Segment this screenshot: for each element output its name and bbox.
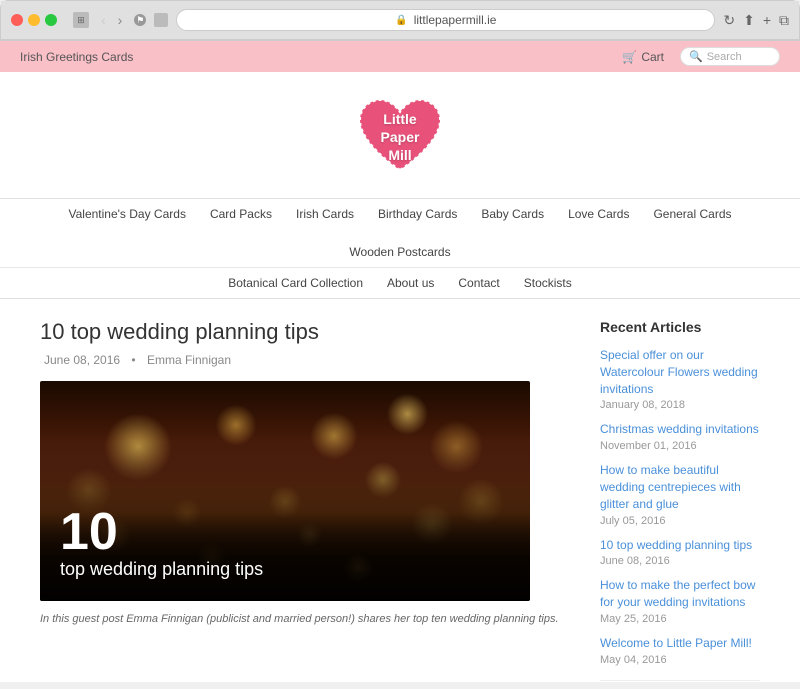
top-bar-right: 🛒 Cart 🔍 Search	[622, 47, 780, 66]
minimize-button[interactable]	[28, 14, 40, 26]
sidebar-date-4: June 08, 2016	[600, 555, 760, 567]
back-arrow[interactable]: ‹	[97, 10, 110, 30]
top-bar-text: Irish Greetings Cards	[20, 50, 133, 64]
cart-link[interactable]: 🛒 Cart	[622, 50, 664, 64]
sidebar-article-2: Christmas wedding invitations November 0…	[600, 421, 760, 452]
image-big-number: 10	[60, 506, 510, 558]
tab-icon	[154, 13, 168, 27]
image-text-overlay: 10 top wedding planning tips	[60, 506, 510, 581]
article-meta: June 08, 2016 • Emma Finnigan	[40, 353, 570, 367]
main-content: 10 top wedding planning tips June 08, 20…	[0, 299, 800, 682]
article-title: 10 top wedding planning tips	[40, 319, 570, 345]
nav-botanical[interactable]: Botanical Card Collection	[228, 276, 363, 290]
sidebar-article-1: Special offer on our Watercolour Flowers…	[600, 347, 760, 411]
sidebar-date-3: July 05, 2016	[600, 515, 760, 527]
sidebar-article-link-6[interactable]: Welcome to Little Paper Mill!	[600, 635, 760, 652]
nav-about[interactable]: About us	[387, 276, 434, 290]
reload-icon[interactable]: ↻	[723, 12, 735, 29]
logo[interactable]: Little Paper Mill	[350, 92, 450, 182]
shield-icon: ⚑	[134, 14, 146, 26]
sidebar-date-1: January 08, 2018	[600, 399, 760, 411]
sidebar-article-link-4[interactable]: 10 top wedding planning tips	[600, 537, 760, 554]
sidebar-article-link-1[interactable]: Special offer on our Watercolour Flowers…	[600, 347, 760, 397]
nav-irish-cards[interactable]: Irish Cards	[296, 207, 354, 221]
article-image: 10 top wedding planning tips	[40, 381, 530, 601]
sidebar-article-link-2[interactable]: Christmas wedding invitations	[600, 421, 760, 438]
search-placeholder: Search	[707, 51, 742, 63]
nav-birthday-cards[interactable]: Birthday Cards	[378, 207, 457, 221]
search-box[interactable]: 🔍 Search	[680, 47, 780, 66]
search-icon: 🔍	[689, 50, 703, 63]
article-caption: In this guest post Emma Finnigan (public…	[40, 613, 570, 625]
traffic-lights	[11, 14, 57, 26]
image-subtitle: top wedding planning tips	[60, 558, 510, 581]
nav-love-cards[interactable]: Love Cards	[568, 207, 629, 221]
sidebar-date-5: May 25, 2016	[600, 613, 760, 625]
nav-card-packs[interactable]: Card Packs	[210, 207, 272, 221]
nav-row-1: Valentine's Day Cards Card Packs Irish C…	[0, 199, 800, 267]
nav-valentines[interactable]: Valentine's Day Cards	[68, 207, 185, 221]
url-text: littlepapermill.ie	[414, 13, 497, 27]
cart-label: Cart	[641, 50, 664, 64]
sidebar-date-2: November 01, 2016	[600, 440, 760, 452]
nav-baby-cards[interactable]: Baby Cards	[481, 207, 544, 221]
sidebar-date-6: May 04, 2016	[600, 654, 760, 666]
share-icon[interactable]: ⬆	[743, 12, 755, 29]
windows-icon[interactable]: ⧉	[779, 12, 789, 29]
sidebar-article-link-3[interactable]: How to make beautiful wedding centrepiec…	[600, 462, 760, 512]
nav-arrows: ‹ ›	[97, 10, 126, 30]
main-nav: Valentine's Day Cards Card Packs Irish C…	[0, 198, 800, 299]
top-bar: Irish Greetings Cards 🛒 Cart 🔍 Search	[0, 41, 800, 72]
browser-toolbar: ⊞ ‹ › ⚑ 🔒 littlepapermill.ie ↻ ⬆ + ⧉	[1, 1, 799, 40]
sidebar-article-5: How to make the perfect bow for your wed…	[600, 577, 760, 625]
article-date: June 08, 2016	[44, 353, 120, 367]
toolbar-right: ⬆ + ⧉	[743, 12, 789, 29]
sidebar-article-4: 10 top wedding planning tips June 08, 20…	[600, 537, 760, 568]
close-button[interactable]	[11, 14, 23, 26]
sidebar-article-link-5[interactable]: How to make the perfect bow for your wed…	[600, 577, 760, 611]
article-area: 10 top wedding planning tips June 08, 20…	[40, 319, 570, 682]
meta-separator: •	[131, 353, 139, 367]
page-wrapper: Irish Greetings Cards 🛒 Cart 🔍 Search	[0, 41, 800, 682]
nav-general-cards[interactable]: General Cards	[653, 207, 731, 221]
forward-arrow[interactable]: ›	[114, 10, 127, 30]
nav-contact[interactable]: Contact	[458, 276, 499, 290]
browser-window: ⊞ ‹ › ⚑ 🔒 littlepapermill.ie ↻ ⬆ + ⧉	[0, 0, 800, 41]
maximize-button[interactable]	[45, 14, 57, 26]
nav-row-2: Botanical Card Collection About us Conta…	[0, 268, 800, 298]
sidebar-article-3: How to make beautiful wedding centrepiec…	[600, 462, 760, 526]
address-bar[interactable]: 🔒 littlepapermill.ie	[176, 9, 715, 31]
lock-icon: 🔒	[395, 15, 407, 26]
sidebar-article-6: Welcome to Little Paper Mill! May 04, 20…	[600, 635, 760, 666]
cart-icon: 🛒	[622, 50, 637, 64]
sidebar: Recent Articles Special offer on our Wat…	[600, 319, 760, 682]
nav-wooden-postcards[interactable]: Wooden Postcards	[349, 245, 450, 259]
nav-stockists[interactable]: Stockists	[524, 276, 572, 290]
sidebar-divider	[600, 680, 760, 681]
logo-area: Little Paper Mill	[0, 72, 800, 198]
sidebar-recent-title: Recent Articles	[600, 319, 760, 335]
article-author: Emma Finnigan	[147, 353, 231, 367]
logo-text: Little Paper Mill	[381, 110, 420, 165]
window-controls: ⊞	[73, 12, 89, 28]
grid-icon[interactable]: ⊞	[73, 12, 89, 28]
add-tab-icon[interactable]: +	[763, 12, 771, 28]
